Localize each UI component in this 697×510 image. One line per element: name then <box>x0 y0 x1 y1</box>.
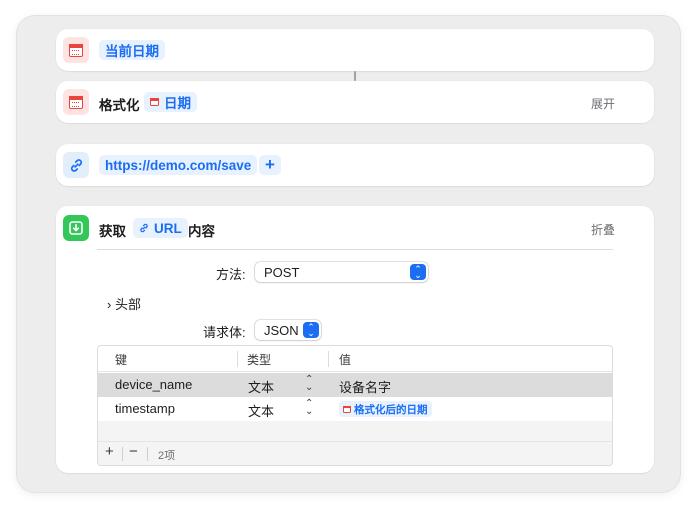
table-row[interactable]: device_name 文本 ⌃ ⌄ 设备名字 <box>98 373 612 397</box>
url-token[interactable]: https://demo.com/save <box>99 155 258 175</box>
format-date-label: 格式化 <box>99 98 140 113</box>
action-format-date[interactable]: 格式化 日期 展开 <box>56 81 654 123</box>
date-variable-token[interactable]: 日期 <box>144 92 197 112</box>
row-key[interactable]: timestamp <box>115 401 175 416</box>
column-separator <box>328 351 329 367</box>
row-type[interactable]: 文本 <box>248 401 274 420</box>
collapse-button[interactable]: 折叠 <box>591 221 615 238</box>
get-label-suffix: 内容 <box>188 224 215 239</box>
method-label: 方法: <box>216 267 246 282</box>
column-header-key[interactable]: 键 <box>115 351 127 368</box>
chevron-updown-icon: ⌃ ⌄ <box>303 322 319 338</box>
table-row[interactable]: timestamp 文本 ⌃ ⌄ 格式化后的日期 <box>98 397 612 421</box>
remove-row-button[interactable]: − <box>129 443 138 460</box>
chevron-right-icon: › <box>107 297 112 312</box>
footer-separator <box>122 447 123 461</box>
row-value[interactable]: 设备名字 <box>339 377 391 396</box>
chevron-updown-icon: ⌃ ⌄ <box>410 264 426 280</box>
body-type-value: JSON <box>264 322 299 338</box>
method-select[interactable]: POST ⌃ ⌄ <box>255 262 428 282</box>
footer-separator <box>147 447 148 461</box>
url-variable-token[interactable]: URL <box>133 218 188 238</box>
current-date-token[interactable]: 当前日期 <box>99 40 165 60</box>
action-url[interactable]: https://demo.com/save + <box>56 144 654 186</box>
chevron-updown-icon[interactable]: ⌃ ⌄ <box>305 399 313 417</box>
chevron-updown-icon[interactable]: ⌃ ⌄ <box>305 375 313 393</box>
current-date-token-label: 当前日期 <box>105 44 159 59</box>
url-token-label: https://demo.com/save <box>105 157 252 173</box>
url-variable-token-label: URL <box>154 220 182 236</box>
headers-disclosure[interactable]: › 头部 <box>107 294 141 313</box>
connector-line <box>354 71 356 81</box>
json-body-table: 键 类型 值 device_name 文本 ⌃ ⌄ 设备名字 timestamp … <box>97 345 613 466</box>
row-key[interactable]: device_name <box>115 377 192 392</box>
add-row-button[interactable]: + <box>105 443 114 460</box>
header-divider <box>97 249 613 250</box>
headers-label: 头部 <box>114 297 141 312</box>
get-label-prefix: 获取 <box>99 224 126 239</box>
link-icon <box>140 223 148 233</box>
body-label: 请求体: <box>203 325 246 340</box>
calendar-icon <box>63 89 89 115</box>
calendar-icon <box>63 37 89 63</box>
action-current-date[interactable]: 当前日期 <box>56 29 654 71</box>
method-value: POST <box>264 264 300 280</box>
date-variable-token-label: 日期 <box>164 96 191 111</box>
column-header-type[interactable]: 类型 <box>247 351 271 368</box>
download-icon <box>63 215 89 241</box>
column-header-value[interactable]: 值 <box>339 351 351 368</box>
column-separator <box>237 351 238 367</box>
formatted-date-token-label: 格式化后的日期 <box>354 403 428 416</box>
expand-button[interactable]: 展开 <box>591 95 615 112</box>
body-type-select[interactable]: JSON ⌃ ⌄ <box>255 320 321 340</box>
calendar-icon <box>343 405 351 413</box>
row-count: 2项 <box>158 450 176 462</box>
row-type[interactable]: 文本 <box>248 377 274 396</box>
table-header: 键 类型 值 <box>98 346 612 372</box>
link-icon <box>63 152 89 178</box>
formatted-date-token[interactable]: 格式化后的日期 <box>339 401 432 417</box>
add-url-button[interactable]: + <box>259 155 281 175</box>
calendar-icon <box>150 98 159 106</box>
table-footer: + − 2项 <box>98 441 612 465</box>
